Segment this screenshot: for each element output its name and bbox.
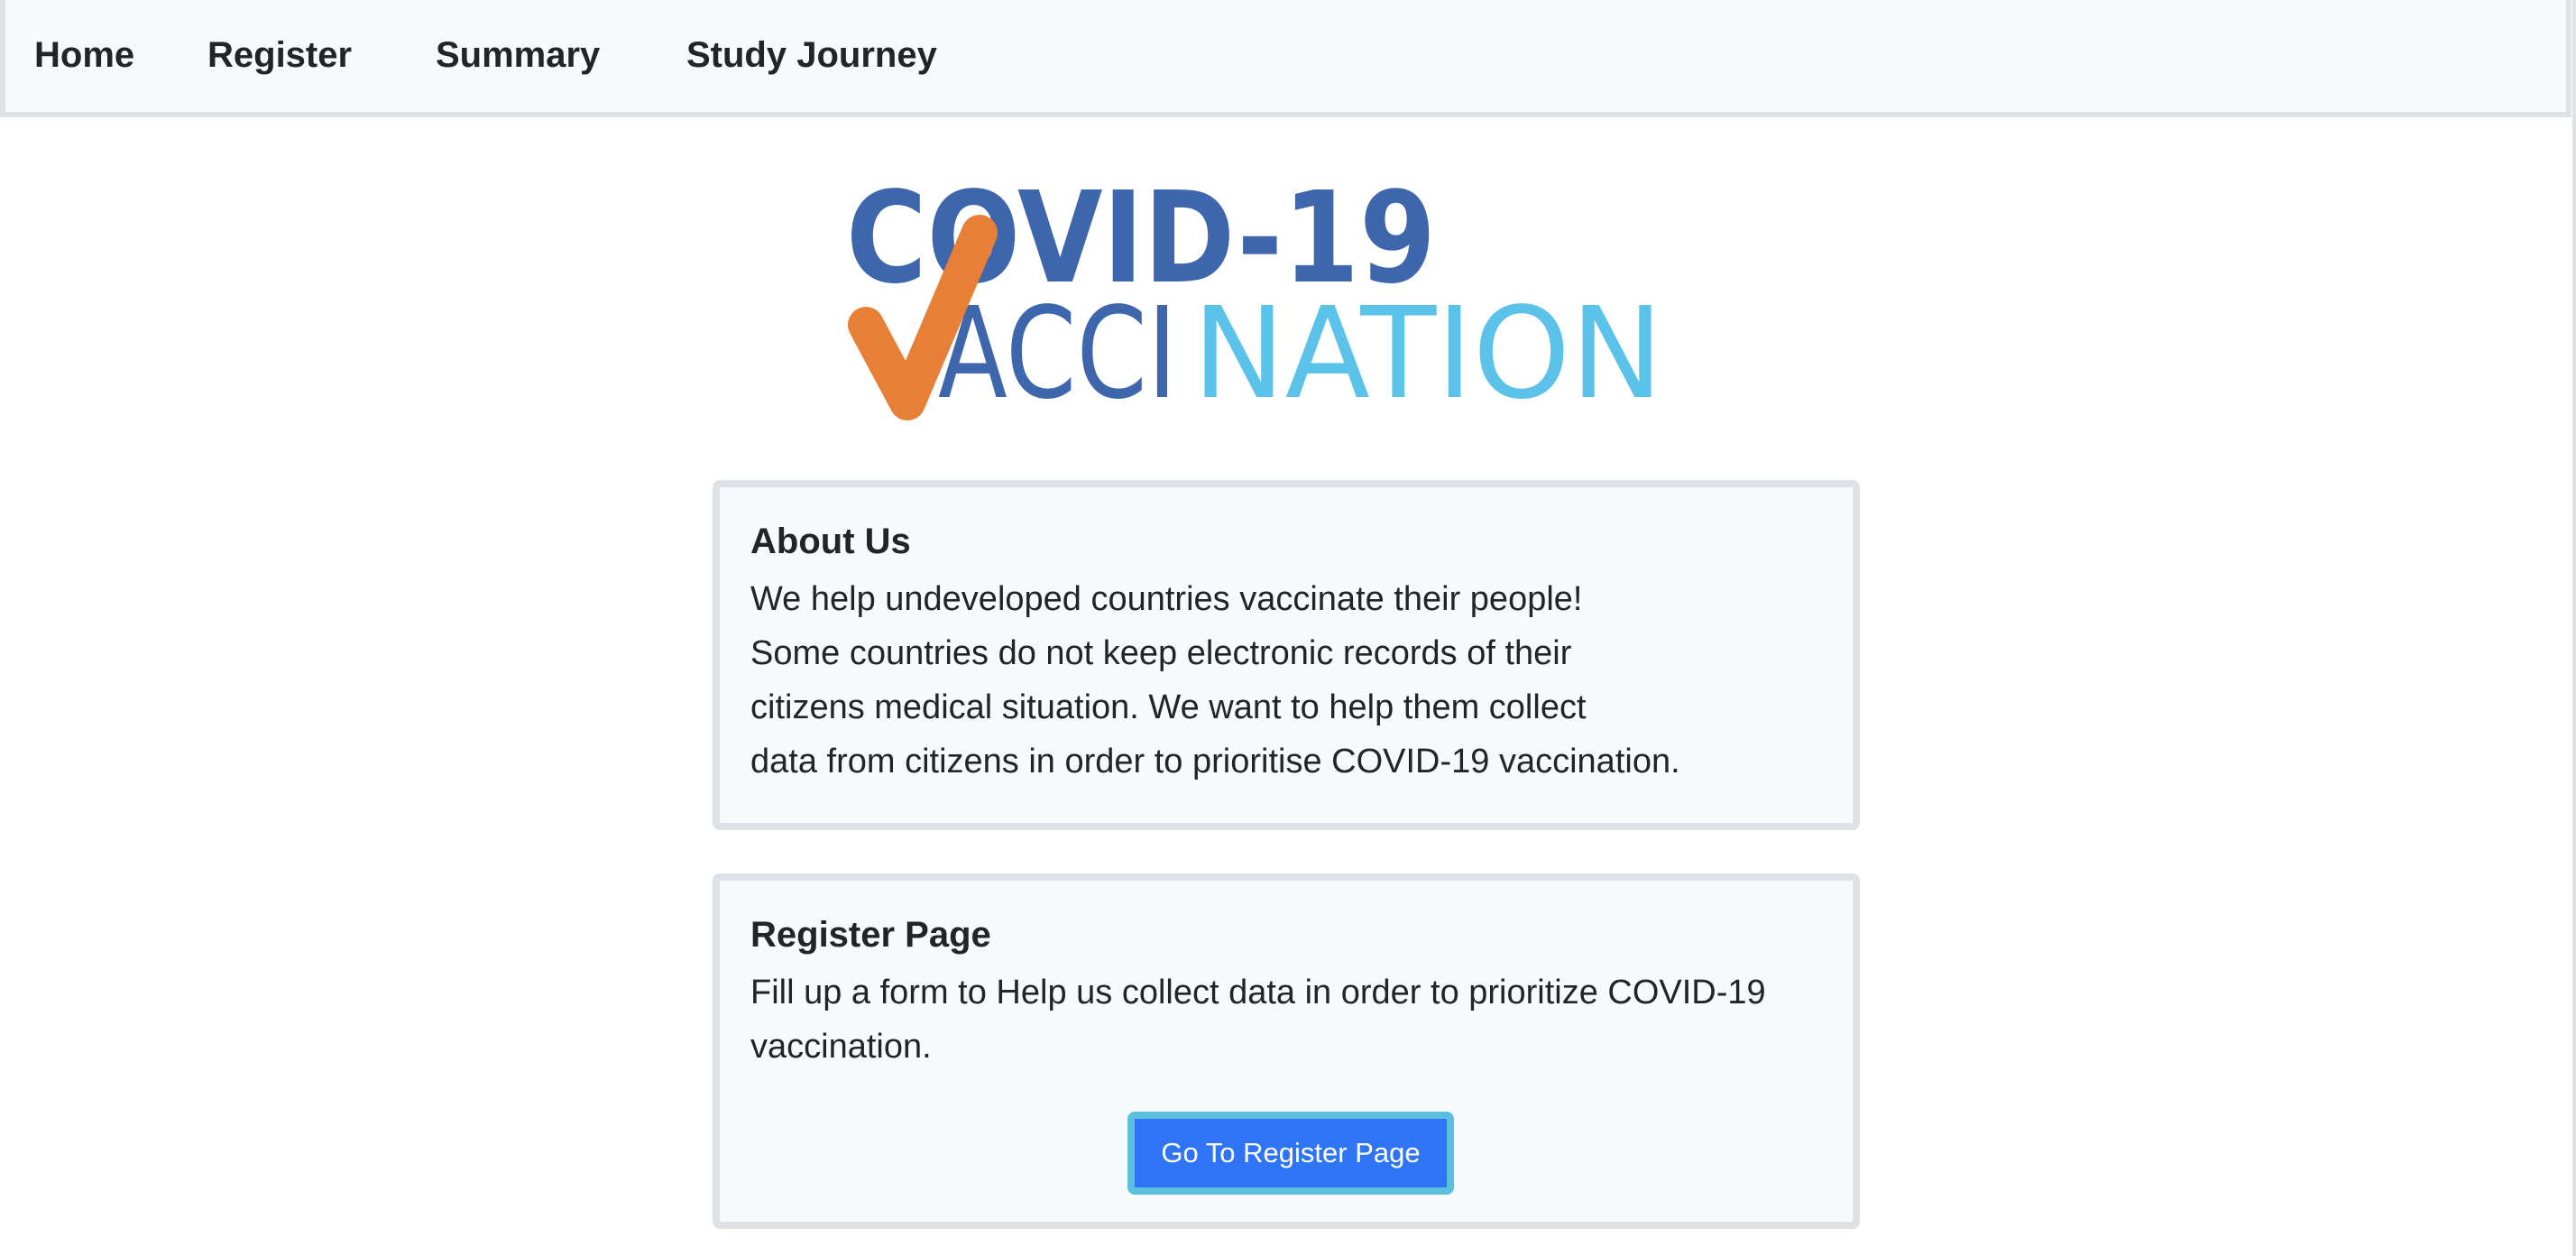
- register-line: Fill up a form to Help us collect data i…: [750, 974, 1766, 1011]
- register-page-card: Register Page Fill up a form to Help us …: [713, 873, 1860, 1229]
- register-page-title: Register Page: [750, 915, 991, 955]
- logo-line2-light-text: NATION: [1192, 281, 1663, 424]
- nav-study-journey-link[interactable]: Study Journey: [686, 32, 937, 78]
- register-page-text: Fill up a form to Help us collect data i…: [750, 965, 1822, 1074]
- page-right-border: [2572, 0, 2576, 1256]
- covid-19-vaccination-logo: COVID-19 ACCI NATION: [848, 171, 1663, 424]
- go-to-register-page-button[interactable]: Go To Register Page: [1135, 1119, 1447, 1187]
- about-line: citizens medical situation. We want to h…: [750, 688, 1587, 726]
- register-line: vaccination.: [750, 1028, 932, 1066]
- about-us-card: About Us We help undeveloped countries v…: [713, 480, 1860, 830]
- about-line: data from citizens in order to prioritis…: [750, 743, 1680, 780]
- nav-summary-link[interactable]: Summary: [436, 32, 600, 78]
- nav-register-link[interactable]: Register: [207, 32, 352, 78]
- top-navbar: Home Register Summary Study Journey: [0, 0, 2571, 117]
- about-us-title: About Us: [750, 522, 911, 561]
- logo-line2-dark-text: ACCI: [938, 281, 1177, 424]
- nav-home-link[interactable]: Home: [34, 32, 134, 78]
- about-line: We help undeveloped countries vaccinate …: [750, 580, 1583, 618]
- about-line: Some countries do not keep electronic re…: [750, 634, 1572, 672]
- register-button-focus-ring: Go To Register Page: [1127, 1112, 1454, 1195]
- about-us-text: We help undeveloped countries vaccinate …: [750, 572, 1822, 789]
